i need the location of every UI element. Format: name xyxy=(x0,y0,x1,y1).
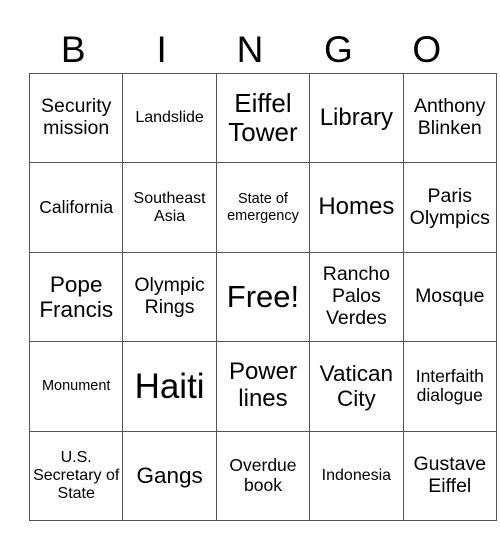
bingo-cell[interactable]: California xyxy=(28,162,124,253)
bingo-cell[interactable]: Anthony Blinken xyxy=(402,72,497,164)
free-space-cell[interactable]: Free! xyxy=(215,251,311,343)
bingo-cell[interactable]: Vatican City xyxy=(309,341,404,432)
bingo-header: B I N G O xyxy=(29,28,471,72)
bingo-cell[interactable]: Indonesia xyxy=(309,430,404,521)
bingo-cell[interactable]: Monument xyxy=(28,341,124,432)
bingo-cell[interactable]: Homes xyxy=(309,162,404,253)
bingo-cell[interactable]: U.S. Secretary of State xyxy=(28,430,124,521)
bingo-cell[interactable]: Rancho Palos Verdes xyxy=(309,251,404,343)
card-row: California Southeast Asia State of emerg… xyxy=(28,162,497,253)
bingo-cell[interactable]: Haiti xyxy=(122,341,217,432)
bingo-cell[interactable]: Eiffel Tower xyxy=(215,72,311,164)
bingo-cell[interactable]: Library xyxy=(309,72,404,164)
bingo-cell[interactable]: Southeast Asia xyxy=(122,162,217,253)
bingo-cell[interactable]: Landslide xyxy=(122,72,217,164)
bingo-cell[interactable]: Paris Olympics xyxy=(402,162,497,253)
header-letter-g: G xyxy=(323,29,353,70)
card-row: U.S. Secretary of State Gangs Overdue bo… xyxy=(28,430,497,521)
bingo-cell[interactable]: Mosque xyxy=(402,251,497,343)
bingo-cell[interactable]: Gangs xyxy=(122,430,217,521)
card-row: Pope Francis Olympic Rings Free! Rancho … xyxy=(28,251,497,343)
card-row: Monument Haiti Power lines Vatican City … xyxy=(28,341,497,432)
bingo-cell[interactable]: Power lines xyxy=(215,341,311,432)
bingo-cell[interactable]: Overdue book xyxy=(215,430,311,521)
header-letter-n: N xyxy=(236,29,264,70)
bingo-cell[interactable]: Pope Francis xyxy=(28,251,124,343)
bingo-cell[interactable]: Security mission xyxy=(28,72,124,164)
card-row: Security mission Landslide Eiffel Tower … xyxy=(28,72,497,164)
header-letter-i: I xyxy=(156,29,167,70)
header-letter-b: B xyxy=(60,29,86,70)
bingo-cell[interactable]: State of emergency xyxy=(215,162,311,253)
bingo-cell[interactable]: Gustave Eiffel xyxy=(402,430,497,521)
bingo-card: Security mission Landslide Eiffel Tower … xyxy=(28,72,497,521)
bingo-cell[interactable]: Olympic Rings xyxy=(122,251,217,343)
header-letter-o: O xyxy=(412,29,442,70)
bingo-cell[interactable]: Interfaith dialogue xyxy=(402,341,497,432)
